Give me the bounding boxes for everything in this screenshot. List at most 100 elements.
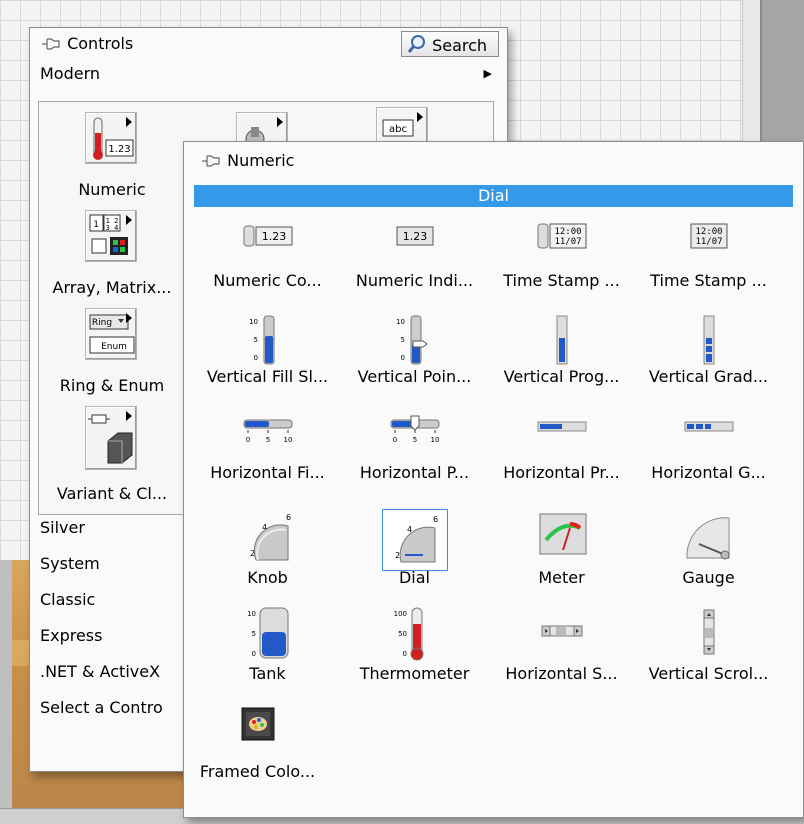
vertical-progress-bar-icon bbox=[532, 314, 592, 370]
numeric-indicator-icon: 1.23 bbox=[385, 218, 445, 258]
vertical-fill-slide-icon: 10 5 0 bbox=[238, 314, 298, 370]
palette-item-horizontal-progress-bar[interactable]: Horizontal Pr... bbox=[488, 406, 635, 502]
palette-item-label: Numeric Indi... bbox=[355, 271, 474, 290]
scale-text: 0 bbox=[245, 436, 249, 444]
svg-text:3 4: 3 4 bbox=[106, 224, 119, 232]
horizontal-scrollbar-icon bbox=[532, 606, 592, 662]
palette-item-thermometer[interactable]: 100 50 0 Thermometer bbox=[341, 602, 488, 698]
framed-color-box-icon bbox=[238, 704, 278, 748]
palette-item-label: Tank bbox=[249, 664, 286, 683]
numeric-value-text: 1.23 bbox=[402, 230, 427, 243]
palette-item-label: Thermometer bbox=[359, 664, 470, 683]
category-label-array: Array, Matrix... bbox=[52, 278, 172, 297]
palette-item-numeric-control[interactable]: 1.23 Numeric Co... bbox=[194, 214, 341, 310]
palette-item-vertical-scrollbar[interactable]: Vertical Scrol... bbox=[635, 602, 782, 698]
scale-text: 5 bbox=[400, 336, 404, 344]
palette-item-label: Horizontal G... bbox=[651, 463, 766, 482]
scale-text: 10 bbox=[247, 610, 256, 618]
palette-item-framed-color-box[interactable]: Framed Colo... bbox=[184, 700, 331, 796]
scale-text: 50 bbox=[398, 630, 407, 638]
scale-text: 2 bbox=[395, 551, 400, 560]
horizontal-fill-slide-icon: 0 5 10 bbox=[238, 410, 298, 454]
vertical-pointer-slide-icon: 10 5 0 bbox=[385, 314, 445, 370]
palette-item-vertical-pointer-slide[interactable]: 10 5 0 Vertical Poin... bbox=[341, 310, 488, 406]
palette-item-label: Horizontal Pr... bbox=[503, 463, 620, 482]
palette-item-label: Dial bbox=[398, 568, 430, 587]
numeric-palette-titlebar[interactable]: Numeric bbox=[184, 142, 803, 176]
meter-icon bbox=[530, 510, 594, 566]
category-silver[interactable]: Silver bbox=[40, 518, 85, 544]
palette-item-label: Horizontal S... bbox=[505, 664, 618, 683]
scale-text: 0 bbox=[402, 650, 406, 658]
palette-item-numeric-indicator[interactable]: 1.23 Numeric Indi... bbox=[341, 214, 488, 310]
palette-item-meter[interactable]: Meter bbox=[488, 506, 635, 602]
palette-item-label: Vertical Grad... bbox=[648, 367, 769, 386]
palette-item-knob[interactable]: 6 4 2 Knob bbox=[194, 506, 341, 602]
scale-text: 10 bbox=[283, 436, 292, 444]
palette-item-label: Meter bbox=[538, 568, 585, 587]
horizontal-graduated-bar-icon bbox=[679, 410, 739, 454]
variant-class-category-icon[interactable] bbox=[85, 406, 137, 470]
palette-item-gauge[interactable]: Gauge bbox=[635, 506, 782, 602]
palette-item-label: Time Stamp ... bbox=[503, 271, 620, 290]
palette-item-label: Vertical Fill Sl... bbox=[206, 367, 329, 386]
numeric-category-icon[interactable]: 1.23 bbox=[85, 112, 137, 164]
scale-text: 5 bbox=[412, 436, 416, 444]
numeric-value-text: 1.23 bbox=[261, 230, 286, 243]
scale-text: 5 bbox=[253, 336, 257, 344]
horizontal-progress-bar-icon bbox=[532, 410, 592, 454]
palette-item-label: Horizontal Fi... bbox=[210, 463, 325, 482]
submenu-arrow-icon bbox=[126, 411, 132, 421]
tank-icon: 10 5 0 bbox=[238, 606, 298, 666]
thumbtack-icon[interactable] bbox=[200, 152, 222, 170]
category-classic[interactable]: Classic bbox=[40, 590, 95, 616]
palette-item-vertical-fill-slide[interactable]: 10 5 0 Vertical Fill Sl... bbox=[194, 310, 341, 406]
numeric-value-text: 1.23 bbox=[108, 144, 130, 155]
category-label-numeric: Numeric bbox=[78, 180, 146, 199]
palette-item-time-stamp-indicator[interactable]: 12:00 11/07 Time Stamp ... bbox=[635, 214, 782, 310]
scale-text: 10 bbox=[430, 436, 439, 444]
ring-enum-category-icon[interactable]: Ring Enum bbox=[85, 308, 137, 360]
submenu-arrow-icon bbox=[417, 112, 423, 122]
scale-text: 0 bbox=[251, 650, 255, 658]
category-label-variant-class: Variant & Cl... bbox=[56, 484, 168, 503]
category-select-a-control[interactable]: Select a Contro bbox=[40, 698, 163, 724]
controls-palette-title: Controls bbox=[67, 34, 134, 53]
time-text: 12:00 bbox=[554, 227, 581, 237]
palette-item-label: Gauge bbox=[682, 568, 735, 587]
date-text: 11/07 bbox=[554, 237, 581, 247]
category-dotnet-activex[interactable]: .NET & ActiveX bbox=[40, 662, 160, 688]
thumbtack-icon[interactable] bbox=[40, 35, 62, 53]
category-label-ring-enum: Ring & Enum bbox=[59, 376, 165, 395]
horizontal-pointer-slide-icon: 0 5 10 bbox=[385, 410, 445, 454]
palette-item-horizontal-scrollbar[interactable]: Horizontal S... bbox=[488, 602, 635, 698]
abc-text: abc bbox=[389, 124, 407, 135]
knob-icon: 6 4 2 bbox=[236, 510, 300, 568]
palette-item-time-stamp-control[interactable]: 12:00 11/07 Time Stamp ... bbox=[488, 214, 635, 310]
palette-item-horizontal-fill-slide[interactable]: 0 5 10 Horizontal Fi... bbox=[194, 406, 341, 502]
palette-item-label: Horizontal P... bbox=[359, 463, 470, 482]
palette-item-dial[interactable]: 6 4 2 Dial bbox=[341, 506, 488, 602]
palette-item-label: Time Stamp ... bbox=[650, 271, 767, 290]
category-express[interactable]: Express bbox=[40, 626, 102, 652]
window-left-edge bbox=[0, 560, 12, 810]
palette-item-horizontal-graduated-bar[interactable]: Horizontal G... bbox=[635, 406, 782, 502]
array-matrix-category-icon[interactable]: 1 1 2 3 4 bbox=[85, 210, 137, 262]
palette-item-tank[interactable]: 10 5 0 Tank bbox=[194, 602, 341, 698]
category-modern-label: Modern bbox=[40, 64, 101, 83]
selected-item-tooltip: Dial bbox=[194, 185, 793, 207]
date-text: 11/07 bbox=[695, 237, 722, 247]
palette-item-label: Framed Colo... bbox=[199, 762, 316, 781]
scale-text: 6 bbox=[433, 515, 438, 524]
vertical-graduated-bar-icon bbox=[679, 314, 739, 370]
palette-item-vertical-progress-bar[interactable]: Vertical Prog... bbox=[488, 310, 635, 406]
palette-item-vertical-graduated-bar[interactable]: Vertical Grad... bbox=[635, 310, 782, 406]
category-modern[interactable]: Modern ▶ bbox=[40, 64, 502, 90]
search-button[interactable]: Search bbox=[401, 31, 499, 57]
palette-item-horizontal-pointer-slide[interactable]: 0 5 10 Horizontal P... bbox=[341, 406, 488, 502]
category-system[interactable]: System bbox=[40, 554, 100, 580]
search-button-label: Search bbox=[432, 36, 488, 55]
thermometer-icon: 100 50 0 bbox=[385, 606, 445, 666]
submenu-arrow-icon bbox=[126, 215, 132, 225]
ring-text: Ring bbox=[92, 318, 112, 328]
